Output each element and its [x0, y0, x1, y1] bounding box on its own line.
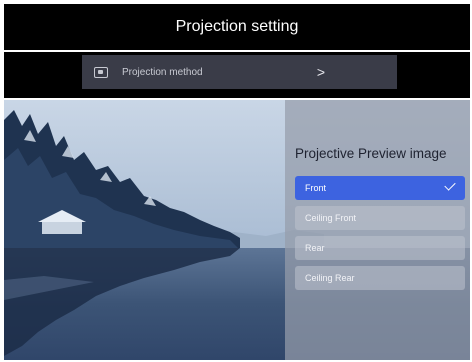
option-ceiling-rear[interactable]: Ceiling Rear — [295, 266, 465, 290]
option-ceiling-front[interactable]: Ceiling Front — [295, 206, 465, 230]
chevron-right-icon: > — [316, 64, 325, 80]
projective-preview-panel: Projective Preview image Front Ceiling F… — [285, 100, 470, 360]
projection-method-label: Projection method — [122, 66, 203, 78]
option-label: Ceiling Rear — [305, 273, 355, 283]
option-label: Rear — [305, 243, 325, 253]
preview-panel-title: Projective Preview image — [295, 146, 447, 161]
option-rear[interactable]: Rear — [295, 236, 465, 260]
page-title: Projection setting — [175, 18, 299, 35]
checkmark-icon — [444, 179, 456, 191]
option-front[interactable]: Front — [295, 176, 465, 200]
page-header: Projection setting — [4, 4, 470, 50]
projection-method-row[interactable]: Projection method > — [82, 55, 397, 89]
option-label: Front — [305, 183, 327, 193]
option-label: Ceiling Front — [305, 213, 357, 223]
projector-icon — [94, 66, 108, 78]
